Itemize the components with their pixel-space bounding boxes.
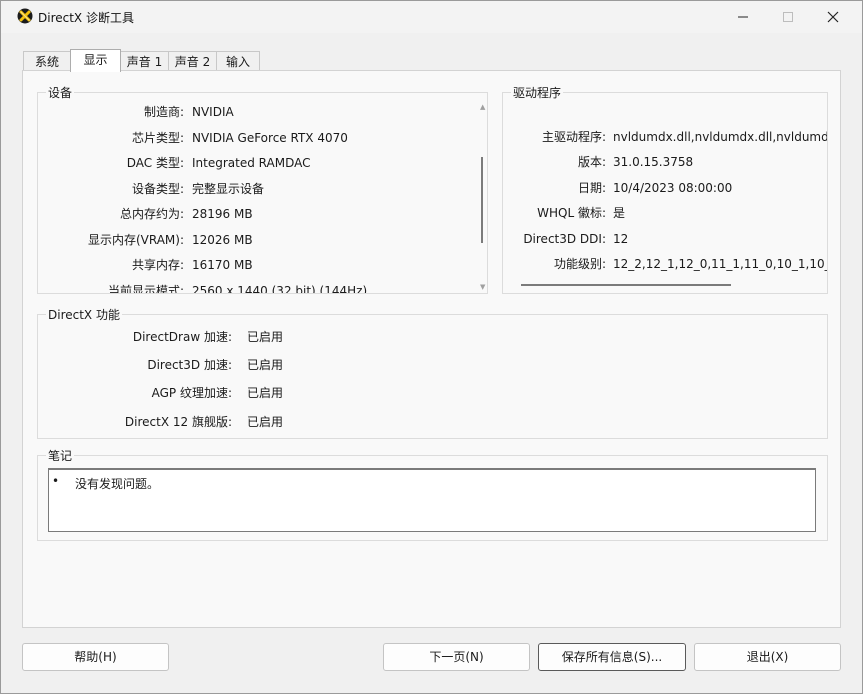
features-group-title: DirectX 功能 (46, 306, 122, 323)
driver-scrollbar[interactable] (511, 281, 827, 287)
device-row-value: 12026 MB (192, 233, 253, 247)
device-row-label: 共享内存: (131, 258, 184, 272)
device-row-value: 28196 MB (192, 207, 253, 221)
feature-row-label: DirectDraw 加速: (132, 330, 232, 344)
driver-row-label: 功能级别: (553, 257, 606, 271)
feature-row-label: Direct3D 加速: (147, 358, 232, 372)
driver-row-label: 日期: (577, 181, 606, 195)
driver-row-value: 10/4/2023 08:00:00 (613, 181, 733, 195)
close-button[interactable] (810, 1, 856, 33)
device-row-label: DAC 类型: (126, 156, 184, 170)
bullet-icon: • (52, 474, 60, 488)
maximize-icon (783, 12, 793, 22)
feature-row-value: 已启用 (247, 386, 284, 400)
device-row-label: 显示内存(VRAM): (87, 233, 184, 247)
device-row-label: 总内存约为: (119, 207, 184, 221)
note-item: 没有发现问题。 (75, 477, 160, 491)
device-scrollbar[interactable]: ▲ ▼ (478, 103, 488, 293)
feature-row-label: AGP 纹理加速: (151, 386, 232, 400)
scroll-thumb[interactable] (481, 157, 483, 243)
device-row-value: 完整显示设备 (192, 182, 265, 196)
directx-x-icon (17, 8, 33, 24)
device-row-value: NVIDIA (192, 105, 234, 119)
device-row-value: NVIDIA GeForce RTX 4070 (192, 131, 348, 145)
device-row-value: Integrated RAMDAC (192, 156, 311, 170)
tab-input[interactable]: 输入 (216, 51, 260, 71)
tab-system[interactable]: 系统 (23, 51, 71, 71)
driver-row: 功能级别: 12_2,12_1,12_0,11_1,11_0,10_1,10_0… (503, 256, 827, 272)
exit-button[interactable]: 退出(X) (694, 643, 841, 671)
title-bar: DirectX 诊断工具 (1, 1, 862, 33)
driver-row: 日期: 10/4/2023 08:00:00 (503, 180, 827, 196)
driver-row: 版本: 31.0.15.3758 (503, 154, 827, 170)
driver-row-value: nvldumdx.dll,nvldumdx.dll,nvldumdx.d (613, 130, 827, 144)
device-row-label: 当前显示模式: (107, 284, 184, 293)
driver-row: 主驱动程序: nvldumdx.dll,nvldumdx.dll,nvldumd… (503, 129, 827, 145)
device-row-value: 16170 MB (192, 258, 253, 272)
maximize-button (765, 1, 811, 33)
scroll-down-icon[interactable]: ▼ (480, 283, 485, 291)
device-row-label: 制造商: (143, 105, 184, 119)
driver-row-value: 是 (613, 206, 626, 220)
device-group: 设备 制造商: NVIDIA 芯片类型: NVIDIA GeForce RTX … (37, 84, 488, 294)
device-list: 制造商: NVIDIA 芯片类型: NVIDIA GeForce RTX 407… (38, 93, 476, 293)
driver-row: Direct3D DDI: 12 (503, 231, 827, 247)
driver-group: 驱动程序 主驱动程序: nvldumdx.dll,nvldumdx.dll,nv… (502, 84, 828, 294)
help-button[interactable]: 帮助(H) (22, 643, 169, 671)
driver-row: WHQL 徽标: 是 (503, 205, 827, 221)
driver-row-label: WHQL 徽标: (537, 206, 606, 220)
notes-group-title: 笔记 (46, 447, 75, 464)
close-icon (827, 11, 839, 23)
feature-row-value: 已启用 (247, 358, 284, 372)
driver-row-value: 12_2,12_1,12_0,11_1,11_0,10_1,10_0,9_ (613, 257, 827, 271)
tab-sound-2[interactable]: 声音 2 (168, 51, 217, 71)
notes-group: 笔记 • 没有发现问题。 (37, 447, 828, 541)
feature-row-value: 已启用 (247, 330, 284, 344)
driver-row-value: 12 (613, 232, 629, 246)
directx-features-group: DirectX 功能 DirectDraw 加速: 已启用 Direct3D 加… (37, 306, 828, 439)
tab-display[interactable]: 显示 (70, 49, 121, 72)
device-row-value: 2560 x 1440 (32 bit) (144Hz) (192, 284, 368, 293)
driver-row-label: 版本: (577, 155, 606, 169)
driver-group-title: 驱动程序 (511, 84, 564, 101)
minimize-button[interactable] (720, 1, 766, 33)
notes-textbox[interactable]: • 没有发现问题。 (48, 468, 816, 532)
minimize-icon (738, 16, 748, 18)
window-title: DirectX 诊断工具 (38, 11, 134, 25)
driver-row-label: 主驱动程序: (541, 130, 606, 144)
scroll-thumb[interactable] (521, 284, 731, 286)
driver-row-value: 31.0.15.3758 (613, 155, 694, 169)
driver-row-label: Direct3D DDI: (523, 232, 606, 246)
save-all-info-button[interactable]: 保存所有信息(S)... (538, 643, 686, 671)
device-row-label: 设备类型: (131, 182, 184, 196)
display-tab-panel: 设备 制造商: NVIDIA 芯片类型: NVIDIA GeForce RTX … (22, 70, 841, 628)
tab-sound-1[interactable]: 声音 1 (120, 51, 169, 71)
scroll-up-icon[interactable]: ▲ (480, 103, 485, 111)
next-page-button[interactable]: 下一页(N) (383, 643, 530, 671)
directx-diag-window: DirectX 诊断工具 系统 显示 声音 1 声音 2 输入 设备 制造商: … (0, 0, 863, 694)
device-row-label: 芯片类型: (131, 131, 184, 145)
feature-row-label: DirectX 12 旗舰版: (124, 415, 232, 429)
feature-row-value: 已启用 (247, 415, 284, 429)
